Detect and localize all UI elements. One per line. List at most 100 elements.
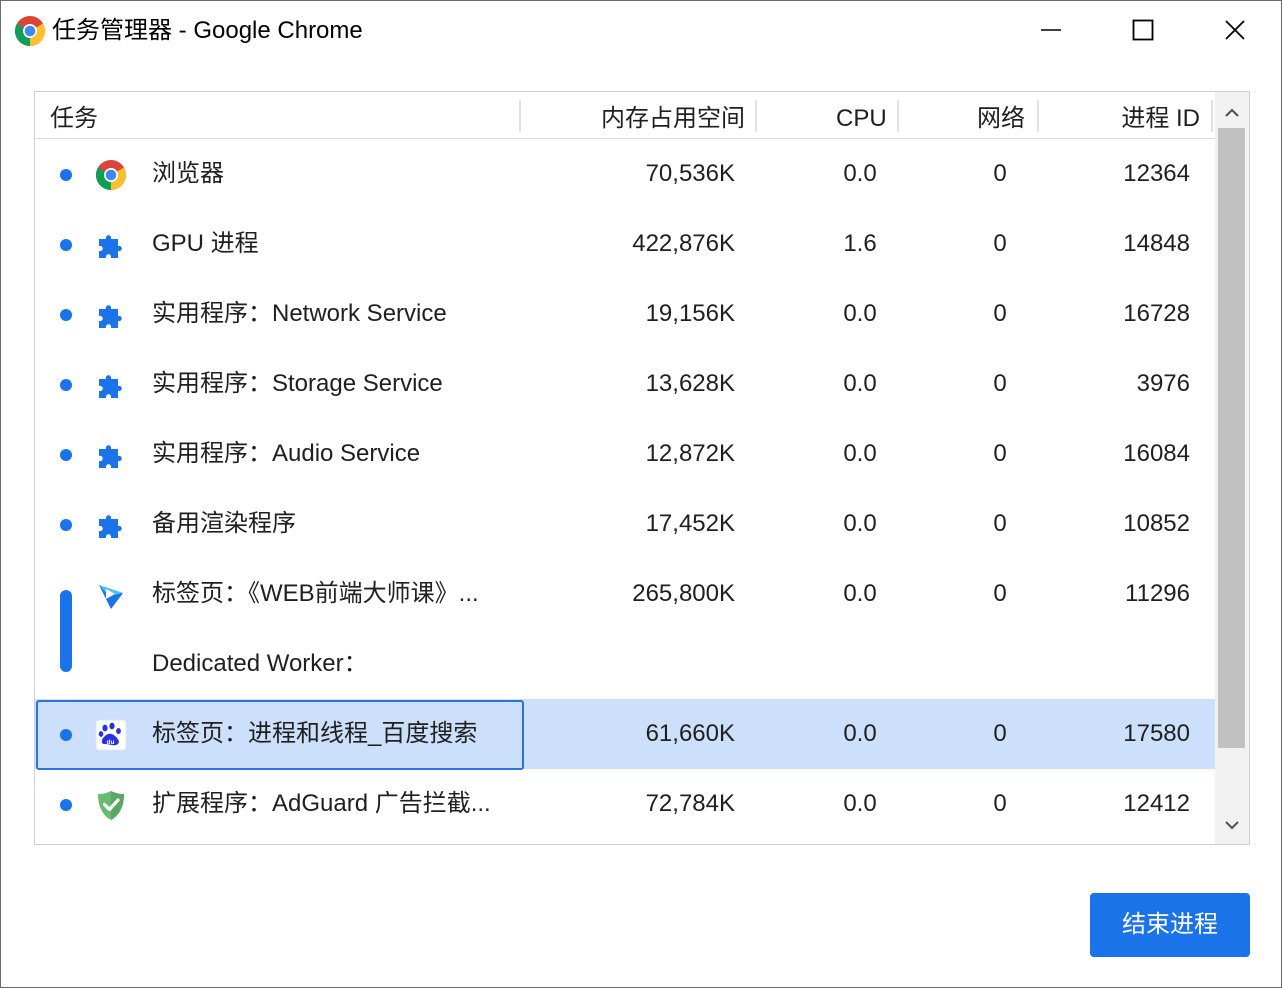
task-name: 浏览器 — [152, 160, 224, 187]
shield-check-icon — [98, 791, 124, 820]
scroll-down-button[interactable] — [1215, 808, 1249, 842]
pid-value: 12412 — [1123, 790, 1190, 817]
memory-value: 70,536K — [645, 160, 735, 187]
cpu-value: 0.0 — [843, 300, 877, 327]
task-name: 实用程序：Network Service — [152, 300, 447, 327]
memory-value: 265,800K — [632, 580, 735, 607]
maximize-button[interactable] — [1097, 1, 1189, 59]
table-row[interactable]: 实用程序：Network Service 19,156K 0.0 0 16728 — [35, 279, 1215, 349]
column-header-task[interactable]: 任务 — [50, 92, 98, 138]
svg-text:du: du — [107, 739, 115, 746]
scroll-up-button[interactable] — [1215, 96, 1249, 130]
close-button[interactable] — [1189, 1, 1281, 59]
pid-value: 11296 — [1125, 580, 1190, 607]
process-indicator-dot — [60, 379, 72, 391]
table-row[interactable]: Dedicated Worker： — [35, 629, 1215, 699]
puzzle-icon — [99, 375, 122, 398]
process-indicator-dot — [60, 169, 72, 181]
memory-value: 422,876K — [632, 230, 735, 257]
close-icon — [1225, 20, 1245, 40]
network-value: 0 — [993, 790, 1007, 817]
puzzle-icon — [99, 445, 122, 468]
process-indicator-dot — [60, 309, 72, 321]
network-value: 0 — [993, 300, 1007, 327]
memory-value: 13,628K — [645, 370, 735, 397]
puzzle-icon — [99, 305, 122, 328]
title-bar[interactable]: 任务管理器 - Google Chrome — [1, 1, 1281, 61]
table-row[interactable]: 备用渲染程序 17,452K 0.0 0 10852 — [35, 489, 1215, 559]
memory-value: 19,156K — [645, 300, 735, 327]
network-value: 0 — [993, 440, 1007, 467]
column-divider[interactable] — [755, 100, 757, 132]
play-logo-icon — [99, 585, 123, 609]
baidu-paw-icon: du — [95, 719, 127, 751]
scrollbar-thumb[interactable] — [1218, 128, 1245, 748]
task-name: 扩展程序：AdGuard 广告拦截... — [152, 790, 491, 817]
column-divider[interactable] — [1037, 100, 1039, 132]
network-value: 0 — [993, 370, 1007, 397]
memory-value: 61,660K — [645, 720, 735, 747]
process-indicator-dot — [60, 449, 72, 461]
window-title: 任务管理器 - Google Chrome — [52, 17, 363, 44]
puzzle-icon — [99, 515, 122, 538]
chevron-up-icon — [1225, 108, 1239, 117]
table-row[interactable]: 实用程序：Audio Service 12,872K 0.0 0 16084 — [35, 419, 1215, 489]
network-value: 0 — [993, 510, 1007, 537]
cpu-value: 0.0 — [843, 580, 877, 607]
pid-value: 3976 — [1136, 370, 1190, 397]
cpu-value: 1.6 — [843, 230, 877, 257]
memory-value: 12,872K — [645, 440, 735, 467]
task-name: GPU 进程 — [152, 230, 259, 257]
memory-value: 72,784K — [645, 790, 735, 817]
network-value: 0 — [993, 160, 1007, 187]
cpu-value: 0.0 — [843, 440, 877, 467]
pid-value: 16728 — [1123, 300, 1190, 327]
minimize-icon — [1041, 29, 1061, 31]
memory-value: 17,452K — [645, 510, 735, 537]
task-manager-window: 任务管理器 - Google Chrome 任务 内存占用空间 CPU 网络 进… — [0, 0, 1282, 988]
pid-value: 17580 — [1123, 720, 1190, 747]
column-header-pid[interactable]: 进程 ID — [1121, 92, 1200, 138]
column-divider[interactable] — [897, 100, 899, 132]
table-row[interactable]: GPU 进程 422,876K 1.6 0 14848 — [35, 209, 1215, 279]
maximize-icon — [1132, 19, 1154, 41]
cpu-value: 0.0 — [843, 370, 877, 397]
chrome-icon — [95, 160, 127, 190]
task-name: 备用渲染程序 — [152, 510, 296, 537]
pid-value: 12364 — [1123, 160, 1190, 187]
column-divider[interactable] — [519, 100, 521, 132]
table-row[interactable]: 扩展程序：AdGuard 广告拦截... 72,784K 0.0 0 12412 — [35, 769, 1215, 839]
cpu-value: 0.0 — [843, 160, 877, 187]
cpu-value: 0.0 — [843, 720, 877, 747]
pid-value: 16084 — [1123, 440, 1190, 467]
puzzle-icon — [99, 235, 122, 258]
pid-value: 10852 — [1123, 510, 1190, 537]
network-value: 0 — [993, 230, 1007, 257]
table-row[interactable]: 浏览器 70,536K 0.0 0 12364 — [35, 139, 1215, 209]
process-indicator-dot — [60, 239, 72, 251]
task-name: 标签页：进程和线程_百度搜索 — [152, 720, 478, 747]
process-table: 任务 内存占用空间 CPU 网络 进程 ID 浏览器 70,536K 0.0 0… — [34, 91, 1250, 845]
network-value: 0 — [993, 720, 1007, 747]
minimize-button[interactable] — [1005, 1, 1097, 59]
process-indicator-dot — [60, 799, 72, 811]
table-row[interactable]: 标签页：《WEB前端大师课》... 265,800K 0.0 0 11296 — [35, 559, 1215, 629]
vertical-scrollbar[interactable] — [1215, 92, 1249, 844]
column-header-memory[interactable]: 内存占用空间 — [601, 92, 745, 138]
column-divider[interactable] — [1211, 100, 1213, 132]
table-header: 任务 内存占用空间 CPU 网络 进程 ID — [35, 92, 1215, 139]
end-process-button[interactable]: 结束进程 — [1090, 893, 1250, 957]
cpu-value: 0.0 — [843, 510, 877, 537]
column-header-network[interactable]: 网络 — [977, 92, 1025, 138]
table-row[interactable]: 实用程序：Storage Service 13,628K 0.0 0 3976 — [35, 349, 1215, 419]
chevron-down-icon — [1225, 821, 1239, 830]
task-name: 标签页：《WEB前端大师课》... — [152, 580, 479, 607]
task-name: 实用程序：Audio Service — [152, 440, 421, 467]
column-header-cpu[interactable]: CPU — [836, 92, 887, 138]
process-indicator-dot — [60, 519, 72, 531]
process-indicator-dot — [60, 729, 72, 741]
cpu-value: 0.0 — [843, 790, 877, 817]
chrome-logo-icon — [14, 16, 46, 47]
table-row-selected[interactable]: du 标签页：进程和线程_百度搜索 61,660K 0.0 0 17580 — [35, 699, 1215, 770]
pid-value: 14848 — [1123, 230, 1190, 257]
